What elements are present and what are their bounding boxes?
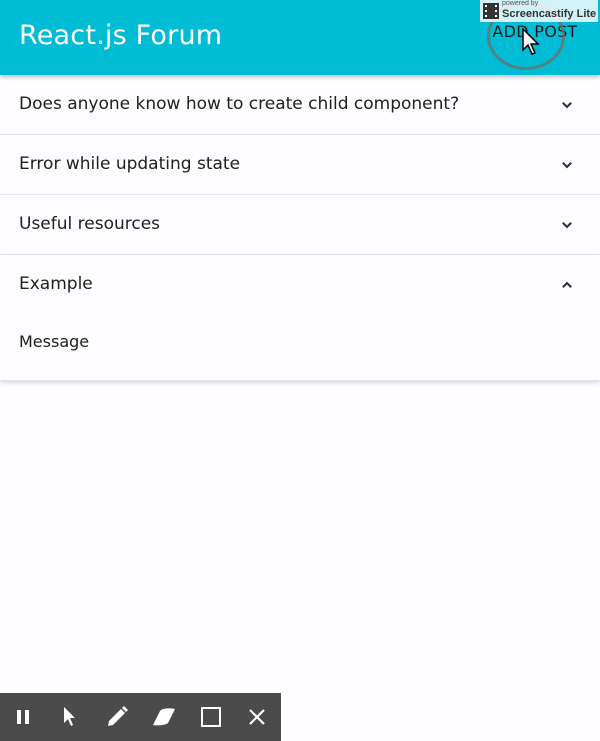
pen-tool-button[interactable] bbox=[94, 693, 141, 741]
page-title: React.js Forum bbox=[19, 20, 223, 51]
post-title: Example bbox=[19, 274, 93, 294]
pointer-tool-button[interactable] bbox=[47, 693, 94, 741]
post-summary[interactable]: Useful resources bbox=[0, 195, 600, 254]
post-panel: Error while updating state bbox=[0, 135, 600, 195]
eraser-icon bbox=[152, 708, 175, 726]
chevron-up-icon[interactable] bbox=[558, 276, 576, 294]
powered-by-label: powered by bbox=[502, 0, 539, 7]
pause-button[interactable] bbox=[0, 693, 47, 741]
rectangle-tool-button[interactable] bbox=[187, 693, 234, 741]
chevron-down-icon[interactable] bbox=[558, 156, 576, 174]
chevron-down-icon[interactable] bbox=[558, 216, 576, 234]
post-panel-expanded: Example Message bbox=[0, 255, 600, 381]
eraser-tool-button[interactable] bbox=[140, 693, 187, 741]
post-summary[interactable]: Example bbox=[0, 255, 600, 314]
brand-label: Screencastify Lite bbox=[502, 8, 597, 20]
rectangle-icon bbox=[200, 707, 221, 727]
pointer-icon bbox=[64, 707, 76, 726]
post-summary[interactable]: Error while updating state bbox=[0, 135, 600, 194]
close-recorder-button[interactable] bbox=[234, 693, 281, 741]
post-panel: Useful resources bbox=[0, 195, 600, 255]
chevron-down-icon[interactable] bbox=[558, 96, 576, 114]
post-details: Message bbox=[0, 314, 600, 380]
post-title: Error while updating state bbox=[19, 154, 241, 174]
post-title: Does anyone know how to create child com… bbox=[19, 94, 460, 114]
film-icon bbox=[483, 3, 499, 19]
post-panel: Does anyone know how to create child com… bbox=[0, 75, 600, 135]
pen-icon bbox=[107, 706, 128, 726]
screencastify-badge: powered by Screencastify Lite bbox=[480, 0, 598, 22]
pause-icon bbox=[17, 710, 30, 724]
recorder-toolbar bbox=[0, 693, 281, 741]
post-message: Message bbox=[19, 332, 90, 351]
post-summary[interactable]: Does anyone know how to create child com… bbox=[0, 75, 600, 134]
posts-list: Does anyone know how to create child com… bbox=[0, 75, 600, 381]
close-icon bbox=[249, 709, 266, 725]
post-title: Useful resources bbox=[19, 214, 161, 234]
